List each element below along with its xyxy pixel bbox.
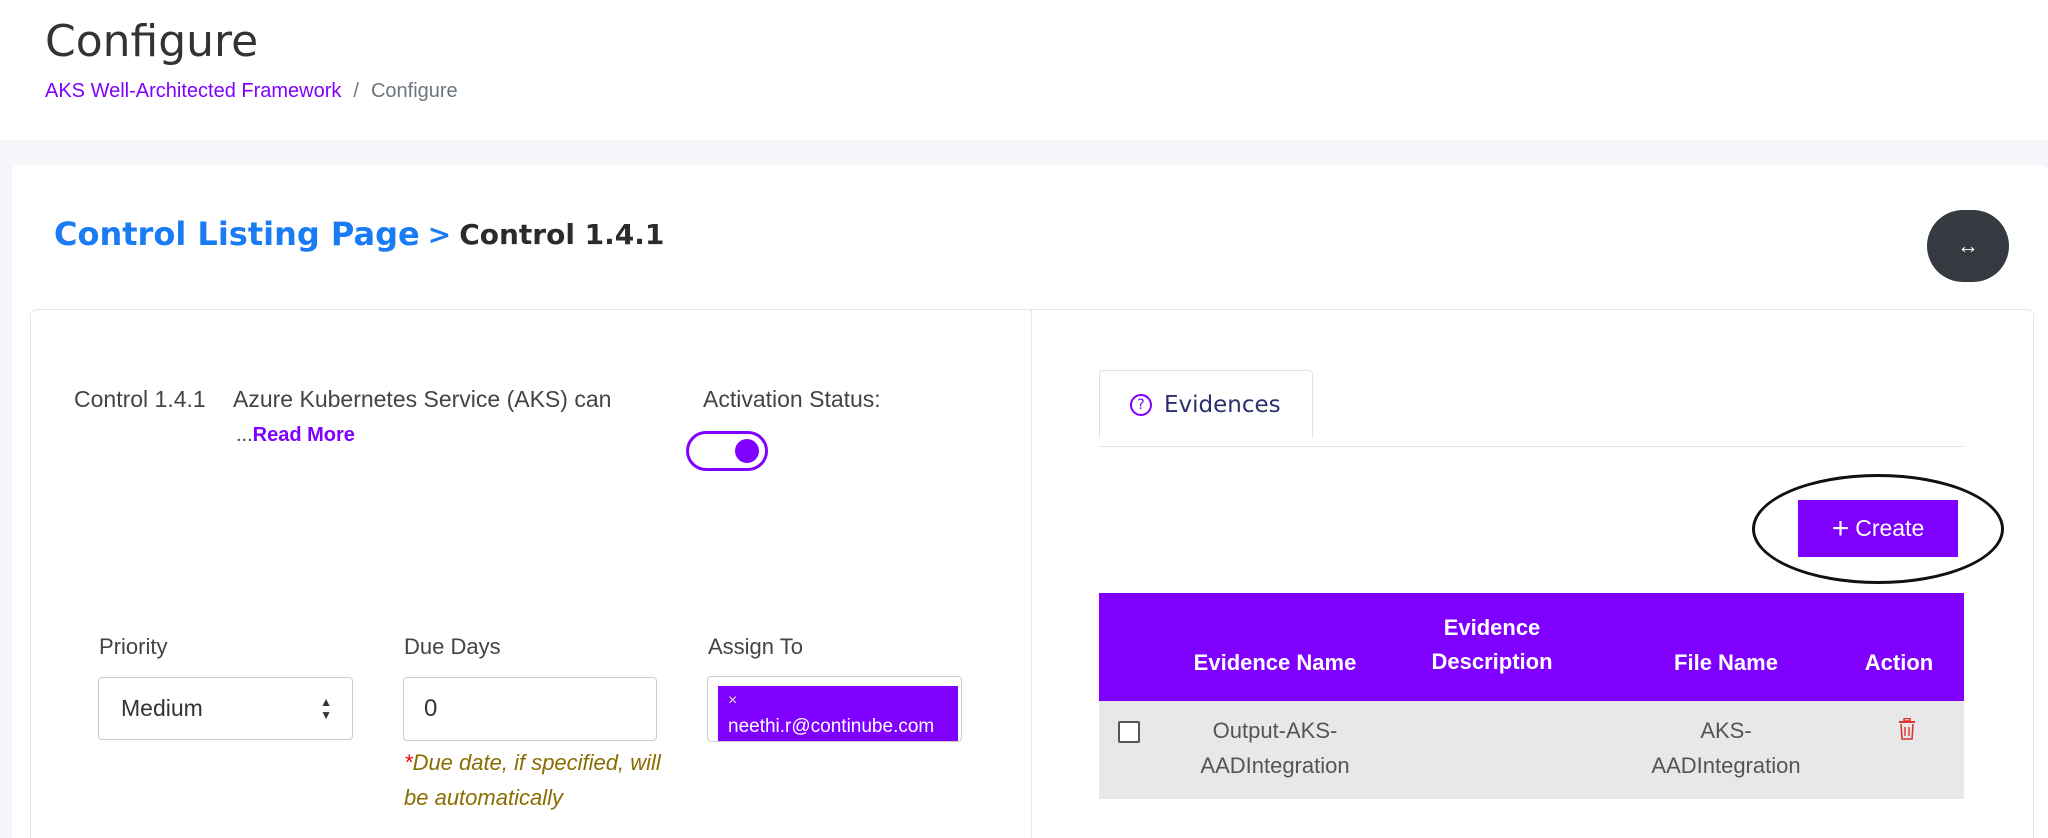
priority-label: Priority — [99, 634, 168, 659]
column-header-evidence-name: Evidence Name — [1193, 650, 1357, 675]
question-circle-icon: ? — [1130, 393, 1152, 416]
create-button-label: Create — [1855, 515, 1925, 541]
file-name-line2: AADIntegration — [1651, 753, 1801, 778]
due-date-note-text: Due date, if specified, will be automati… — [404, 750, 661, 810]
due-date-note: *Due date, if specified, will be automat… — [404, 745, 664, 815]
activation-status-label: Activation Status: — [703, 386, 881, 412]
due-days-label: Due Days — [404, 634, 501, 659]
evidence-name-cell: Output-AKS- AADIntegration — [1185, 713, 1365, 783]
create-button[interactable]: + Create — [1798, 500, 1958, 557]
tab-evidences[interactable]: ? Evidences — [1099, 370, 1313, 438]
breadcrumb-current: Configure — [370, 80, 458, 102]
assign-to-label: Assign To — [708, 634, 803, 659]
table-header: Evidence Name Evidence Description File … — [1099, 593, 1964, 701]
activation-toggle[interactable] — [686, 431, 768, 471]
priority-select[interactable]: Medium ▲ ▼ — [98, 677, 353, 740]
file-name-line1: AKS- — [1700, 718, 1752, 743]
expand-collapse-button[interactable]: ↔ — [1927, 210, 2009, 282]
read-more-link[interactable]: ...Read More — [236, 424, 355, 447]
control-description: Azure Kubernetes Service (AKS) can — [233, 386, 612, 412]
plus-icon: + — [1831, 511, 1850, 545]
column-header-evidence-description: Evidence Description — [1431, 615, 1553, 674]
select-updown-icon: ▲ ▼ — [320, 695, 332, 722]
page-title: Configure — [45, 16, 259, 67]
tab-divider — [1099, 446, 1964, 447]
card-heading: Control Listing Page > Control 1.4.1 — [54, 215, 664, 253]
assignee-chip: × neethi.r@continube.com — [718, 686, 958, 741]
column-header-action: Action — [1864, 650, 1934, 675]
tab-evidences-label: Evidences — [1164, 391, 1281, 418]
table-row: Output-AKS- AADIntegration AKS- AADInteg… — [1099, 701, 1964, 799]
assign-to-field[interactable]: × neethi.r@continube.com — [707, 676, 962, 742]
control-listing-link[interactable]: Control Listing Page — [54, 215, 420, 253]
column-header-file-name: File Name — [1674, 650, 1778, 675]
evidence-name-line2: AADIntegration — [1200, 753, 1350, 778]
read-more-label: Read More — [252, 424, 355, 446]
heading-arrow: > — [427, 217, 452, 251]
row-select-checkbox[interactable] — [1118, 721, 1140, 743]
top-bar: Configure AKS Well-Architected Framework… — [0, 0, 2048, 140]
control-id: Control 1.4.1 — [74, 386, 206, 412]
expand-arrows-icon: ↔ — [1957, 233, 1979, 258]
file-name-cell: AKS- AADIntegration — [1633, 713, 1819, 783]
toggle-knob — [735, 439, 759, 463]
evidence-name-line1: Output-AKS- — [1212, 718, 1338, 743]
read-more-ellipsis: ... — [236, 424, 253, 446]
priority-value: Medium — [121, 695, 203, 721]
due-days-input[interactable] — [403, 677, 657, 741]
breadcrumb: AKS Well-Architected Framework / Configu… — [45, 80, 458, 103]
assignee-email: neethi.r@continube.com — [728, 716, 935, 737]
evidences-table: Evidence Name Evidence Description File … — [1099, 593, 1964, 799]
breadcrumb-framework-link[interactable]: AKS Well-Architected Framework — [45, 80, 341, 103]
heading-current-control: Control 1.4.1 — [459, 217, 665, 251]
required-star: * — [404, 750, 413, 775]
delete-trash-icon[interactable] — [1898, 717, 1916, 745]
breadcrumb-separator: / — [353, 80, 359, 102]
remove-assignee-icon[interactable]: × — [728, 693, 958, 709]
